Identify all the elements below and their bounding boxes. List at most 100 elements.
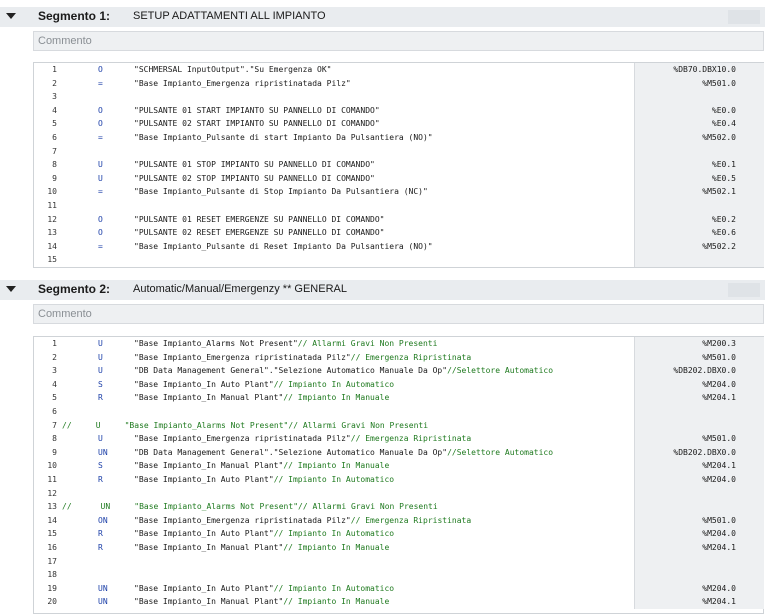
instruction-operator[interactable]: O	[98, 213, 103, 227]
instruction-operator[interactable]: S	[98, 459, 103, 473]
code-line[interactable]: 10 S "Base Impianto_In Manual Plant"// Imp…	[34, 459, 764, 473]
instruction-operator[interactable]: O	[98, 117, 103, 131]
code-line[interactable]: 13 O "PULSANTE 02 RESET EMERGENZE SU PANNE…	[34, 226, 764, 240]
code-line[interactable]: 9 UN "DB Data Management General"."Selezio…	[34, 445, 764, 460]
instruction-operand[interactable]: "Base Impianto_In Auto Plant"// Impianto…	[134, 378, 634, 392]
code-line[interactable]: 5 R "Base Impianto_In Manual Plant"// Impi…	[34, 391, 764, 405]
instruction-operand[interactable]: "Base Impianto_In Manual Plant"// Impian…	[134, 541, 634, 555]
line-number: 11	[47, 200, 57, 210]
instruction-operator[interactable]: R	[98, 473, 103, 487]
instruction-operand[interactable]: "Base Impianto_Emergenza ripristinatada …	[134, 351, 634, 365]
code-line[interactable]: 18	[34, 568, 764, 582]
code-line[interactable]: 17	[34, 554, 764, 569]
code-line[interactable]: 1 O "SCHMERSAL InputOutput"."Su Emergenza …	[34, 63, 764, 77]
code-line[interactable]: 11	[34, 198, 764, 213]
code-line[interactable]: 11 R "Base Impianto_In Auto Plant"// Impia…	[34, 472, 764, 487]
instruction-operand[interactable]: "Base Impianto_Alarms Not Present"// All…	[134, 337, 634, 351]
instruction-operator[interactable]: R	[98, 391, 103, 405]
instruction-operand[interactable]: "PULSANTE 01 RESET EMERGENZE SU PANNELLO…	[134, 213, 634, 227]
collapse-arrow-icon[interactable]	[6, 13, 16, 19]
instruction-operator[interactable]: U	[98, 172, 103, 186]
code-line[interactable]: 14 = "Base Impianto_Pulsante di Reset Impi…	[34, 239, 764, 254]
instruction-operand[interactable]: "PULSANTE 02 RESET EMERGENZE SU PANNELLO…	[134, 226, 634, 240]
segment-1-comment-field[interactable]: Commento	[33, 31, 764, 51]
code-line[interactable]: 5 O "PULSANTE 02 START IMPIANTO SU PANNELL…	[34, 117, 764, 131]
code-line[interactable]: 4 O "PULSANTE 01 START IMPIANTO SU PANNELL…	[34, 103, 764, 118]
code-line[interactable]: 14 ON "Base Impianto_Emergenza ripristinat…	[34, 513, 764, 528]
instruction-operator[interactable]: UN	[98, 446, 108, 460]
segment-description[interactable]: SETUP ADATTAMENTI ALL IMPIANTO	[133, 10, 326, 22]
instruction-operator[interactable]: R	[98, 527, 103, 541]
instruction-operand[interactable]: "Base Impianto_Emergenza ripristinatada …	[134, 514, 634, 528]
instruction-operand[interactable]: "Base Impianto_Pulsante di start Impiant…	[134, 131, 634, 145]
instruction-operator[interactable]: R	[98, 541, 103, 555]
instruction-operand[interactable]: "Base Impianto_Pulsante di Stop Impianto…	[134, 185, 634, 199]
instruction-operand[interactable]: "Base Impianto_Pulsante di Reset Impiant…	[134, 240, 634, 254]
code-line[interactable]: 15	[34, 253, 764, 267]
code-line[interactable]: 3	[34, 90, 764, 104]
instruction-operand[interactable]: "PULSANTE 01 START IMPIANTO SU PANNELLO …	[134, 104, 634, 118]
line-comment: // Impianto In Manuale	[283, 393, 390, 403]
code-line[interactable]: 3 U "DB Data Management General"."Selezion…	[34, 364, 764, 378]
instruction-operator[interactable]: O	[98, 226, 103, 240]
segment-2-code-editor[interactable]: 1 U "Base Impianto_Alarms Not Present"// A…	[33, 336, 764, 614]
instruction-operator[interactable]: =	[98, 77, 103, 91]
instruction-operand[interactable]: "PULSANTE 01 STOP IMPIANTO SU PANNELLO D…	[134, 158, 634, 172]
instruction-operand[interactable]: "Base Impianto_In Manual Plant"// Impian…	[134, 459, 634, 473]
code-line[interactable]: 8 U "Base Impianto_Emergenza ripristinatad…	[34, 432, 764, 446]
code-line[interactable]: 13 // UN "Base Impianto_Alarms Not Presen…	[34, 500, 764, 514]
instruction-operator[interactable]: =	[98, 240, 103, 254]
code-line[interactable]: 10 = "Base Impianto_Pulsante di Stop Impia…	[34, 185, 764, 199]
instruction-operand[interactable]: "PULSANTE 02 START IMPIANTO SU PANNELLO …	[134, 117, 634, 131]
operand-address	[634, 500, 764, 514]
code-line[interactable]: 7	[34, 144, 764, 159]
code-line[interactable]: 6 = "Base Impianto_Pulsante di start Impia…	[34, 130, 764, 145]
code-line[interactable]: 2 = "Base Impianto_Emergenza ripristinatad…	[34, 76, 764, 91]
instruction-operator[interactable]: U	[98, 337, 103, 351]
instruction-operator[interactable]: =	[98, 131, 103, 145]
instruction-operator[interactable]: UN	[98, 582, 108, 596]
segment-2-comment-field[interactable]: Commento	[33, 304, 764, 324]
code-line[interactable]: 12	[34, 486, 764, 501]
code-line[interactable]: 15 R "Base Impianto_In Auto Plant"// Impia…	[34, 527, 764, 541]
commented-code[interactable]: // UN "Base Impianto_Alarms Not Present"…	[62, 500, 438, 514]
instruction-operand[interactable]: "Base Impianto_Emergenza ripristinatada …	[134, 77, 634, 91]
segment-1-header[interactable]: Segmento 1: SETUP ADATTAMENTI ALL IMPIAN…	[0, 7, 765, 27]
code-line[interactable]: 2 U "Base Impianto_Emergenza ripristinatad…	[34, 350, 764, 365]
segment-description[interactable]: Automatic/Manual/Emergenzy ** GENERAL	[133, 283, 347, 295]
instruction-operand[interactable]: "Base Impianto_In Manual Plant"// Impian…	[134, 391, 634, 405]
code-line[interactable]: 1 U "Base Impianto_Alarms Not Present"// A…	[34, 337, 764, 351]
collapse-arrow-icon[interactable]	[6, 286, 16, 292]
code-line[interactable]: 16 R "Base Impianto_In Manual Plant"// Imp…	[34, 540, 764, 555]
instruction-operator[interactable]: U	[98, 351, 103, 365]
instruction-operator[interactable]: =	[98, 185, 103, 199]
instruction-operator[interactable]: U	[98, 158, 103, 172]
instruction-operand[interactable]: "DB Data Management General"."Selezione …	[134, 446, 634, 460]
segment-2-header[interactable]: Segmento 2: Automatic/Manual/Emergenzy *…	[0, 280, 765, 300]
instruction-operand[interactable]: "SCHMERSAL InputOutput"."Su Emergenza OK…	[134, 63, 634, 77]
instruction-operand[interactable]: "Base Impianto_In Manual Plant"// Impian…	[134, 595, 634, 609]
instruction-operator[interactable]: S	[98, 378, 103, 392]
code-line[interactable]: 8 U "PULSANTE 01 STOP IMPIANTO SU PANNELLO…	[34, 158, 764, 172]
code-line[interactable]: 6	[34, 404, 764, 419]
instruction-operator[interactable]: UN	[98, 595, 108, 609]
instruction-operand[interactable]: "Base Impianto_Emergenza ripristinatada …	[134, 432, 634, 446]
instruction-operand[interactable]: "DB Data Management General"."Selezione …	[134, 364, 634, 378]
code-line[interactable]: 4 S "Base Impianto_In Auto Plant"// Impian…	[34, 377, 764, 392]
segment-1-code-editor[interactable]: 1 O "SCHMERSAL InputOutput"."Su Emergenza …	[33, 62, 764, 268]
code-line[interactable]: 12 O "PULSANTE 01 RESET EMERGENZE SU PANNE…	[34, 212, 764, 227]
instruction-operand[interactable]: "PULSANTE 02 STOP IMPIANTO SU PANNELLO D…	[134, 172, 634, 186]
instruction-operator[interactable]: U	[98, 364, 103, 378]
code-line[interactable]: 20 UN "Base Impianto_In Manual Plant"// Im…	[34, 595, 764, 609]
code-line[interactable]: 7 // U "Base Impianto_Alarms Not Present"…	[34, 418, 764, 433]
code-line[interactable]: 9 U "PULSANTE 02 STOP IMPIANTO SU PANNELLO…	[34, 171, 764, 186]
instruction-operator[interactable]: U	[98, 432, 103, 446]
instruction-operator[interactable]: O	[98, 104, 103, 118]
instruction-operand[interactable]: "Base Impianto_In Auto Plant"// Impianto…	[134, 473, 634, 487]
commented-code[interactable]: // U "Base Impianto_Alarms Not Present"/…	[62, 419, 428, 433]
code-line[interactable]: 19 UN "Base Impianto_In Auto Plant"// Impi…	[34, 581, 764, 596]
instruction-operator[interactable]: ON	[98, 514, 108, 528]
instruction-operand[interactable]: "Base Impianto_In Auto Plant"// Impianto…	[134, 582, 634, 596]
instruction-operand[interactable]: "Base Impianto_In Auto Plant"// Impianto…	[134, 527, 634, 541]
instruction-operator[interactable]: O	[98, 63, 103, 77]
